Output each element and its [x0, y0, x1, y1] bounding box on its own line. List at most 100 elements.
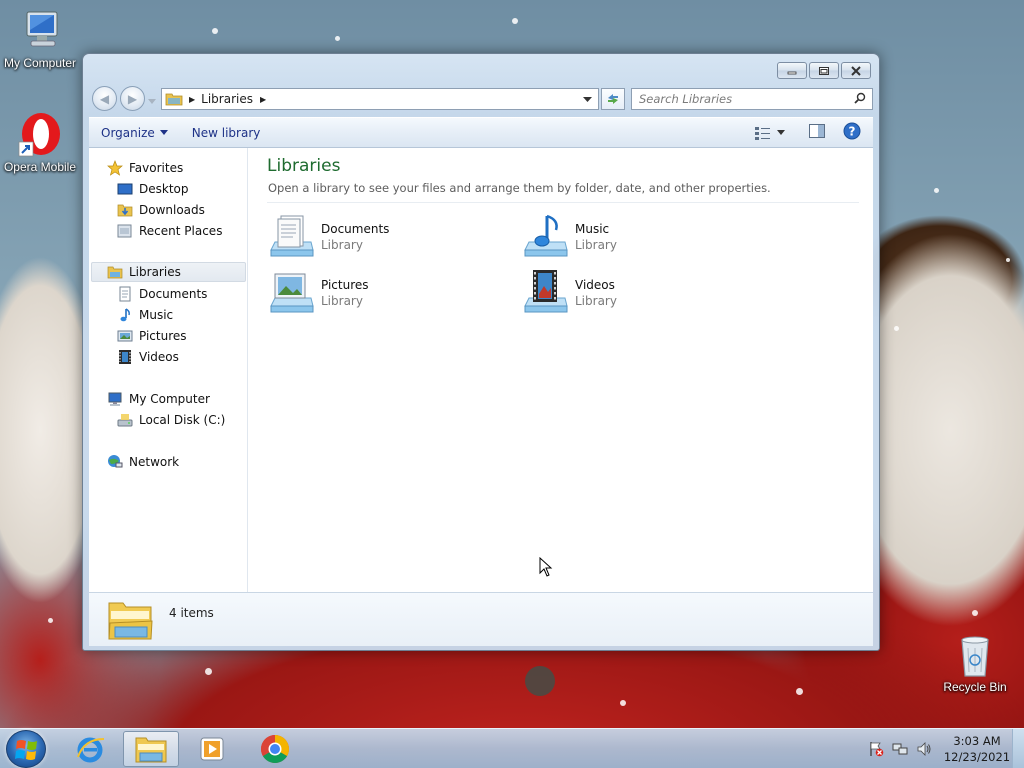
- start-button[interactable]: [6, 730, 46, 768]
- address-dropdown[interactable]: [583, 92, 592, 106]
- action-center-flag-icon[interactable]: [868, 741, 884, 757]
- taskbar: 3:03 AM 12/23/2021: [0, 728, 1024, 768]
- nav-desktop[interactable]: Desktop: [117, 179, 189, 199]
- nav-videos[interactable]: Videos: [117, 347, 179, 367]
- address-bar[interactable]: ▶ Libraries ▶: [161, 88, 599, 110]
- snowflake: [620, 700, 626, 706]
- nav-network[interactable]: Network: [107, 452, 179, 472]
- desktop-icon-label: My Computer: [3, 56, 77, 70]
- recent-places-icon: [117, 223, 133, 239]
- maximize-button[interactable]: [809, 62, 839, 79]
- nav-my-computer[interactable]: My Computer: [107, 389, 210, 409]
- close-button[interactable]: [841, 62, 871, 79]
- star-icon: [107, 160, 123, 176]
- computer-icon: [107, 391, 123, 407]
- organize-button[interactable]: Organize: [89, 118, 180, 147]
- chrome-icon: [261, 735, 289, 763]
- coat-button: [525, 666, 555, 696]
- documents-icon: [117, 286, 133, 302]
- show-desktop-button[interactable]: [1012, 729, 1024, 768]
- nav-label: Pictures: [139, 329, 187, 343]
- preview-pane-button[interactable]: [809, 124, 825, 141]
- library-type: Library: [575, 294, 617, 308]
- music-library-icon: [521, 212, 569, 260]
- snowflake: [335, 36, 340, 41]
- library-name: Documents: [321, 222, 390, 236]
- internet-explorer-icon: [77, 737, 105, 763]
- nav-libraries[interactable]: Libraries: [91, 262, 246, 282]
- refresh-icon: [608, 94, 618, 104]
- nav-label: Recent Places: [139, 224, 223, 238]
- desktop-icon-my-computer[interactable]: My Computer: [0, 8, 80, 70]
- navigation-bar: ◀ ▶ ▶ Libraries ▶: [91, 86, 873, 112]
- library-tile-music[interactable]: Music Library: [521, 212, 761, 260]
- nav-downloads[interactable]: Downloads: [117, 200, 205, 220]
- computer-icon: [17, 8, 63, 54]
- documents-library-icon: [267, 212, 315, 260]
- snowflake: [894, 326, 899, 331]
- local-disk-icon: [117, 412, 133, 428]
- back-arrow-icon: ◀: [99, 91, 110, 106]
- new-library-button[interactable]: New library: [180, 118, 273, 147]
- chevron-down-icon: [148, 99, 156, 104]
- search-box[interactable]: [631, 88, 873, 110]
- libraries-folder-icon: [107, 597, 155, 643]
- back-button[interactable]: ◀: [92, 86, 117, 111]
- nav-label: Desktop: [139, 182, 189, 196]
- desktop-icon-recycle-bin[interactable]: Recycle Bin: [935, 632, 1015, 694]
- view-controls: ?: [755, 122, 861, 143]
- view-options-icon: [755, 126, 770, 140]
- nav-label: Videos: [139, 350, 179, 364]
- command-bar: Organize New library ?: [89, 117, 873, 148]
- recent-pages-dropdown[interactable]: [148, 94, 156, 104]
- breadcrumb-libraries[interactable]: Libraries: [201, 92, 253, 106]
- panes: Favorites Desktop Downloads Recent Place…: [89, 148, 873, 592]
- search-input[interactable]: [632, 92, 854, 106]
- taskbar-internet-explorer[interactable]: [62, 731, 118, 767]
- content-subtitle: Open a library to see your files and arr…: [268, 181, 771, 195]
- refresh-button[interactable]: [601, 88, 625, 110]
- explorer-window[interactable]: ◀ ▶ ▶ Libraries ▶ Search Libraries Organ…: [82, 53, 880, 651]
- nav-label: Favorites: [129, 161, 184, 175]
- forward-button[interactable]: ▶: [120, 86, 145, 111]
- change-view-button[interactable]: [755, 126, 785, 140]
- network-status-icon[interactable]: [892, 741, 908, 757]
- chevron-down-icon: [777, 130, 785, 135]
- desktop-icon-label: Recycle Bin: [943, 680, 1007, 694]
- volume-icon[interactable]: [916, 741, 932, 757]
- search-icon[interactable]: [854, 92, 866, 107]
- taskbar-media-player[interactable]: [184, 731, 240, 767]
- desktop-icon-opera[interactable]: Opera Mobile: [0, 112, 80, 174]
- nav-documents[interactable]: Documents: [117, 284, 207, 304]
- taskbar-chrome[interactable]: [247, 731, 303, 767]
- snowflake: [48, 618, 53, 623]
- taskbar-windows-explorer[interactable]: [123, 731, 179, 767]
- nav-favorites[interactable]: Favorites: [107, 158, 183, 178]
- pictures-library-icon: [267, 268, 315, 316]
- svg-text:?: ?: [849, 125, 856, 139]
- library-tile-videos[interactable]: Videos Library: [521, 268, 761, 316]
- clock[interactable]: 3:03 AM 12/23/2021: [942, 733, 1012, 765]
- snowflake: [205, 668, 212, 675]
- minimize-button[interactable]: [777, 62, 807, 79]
- recycle-bin-icon: [952, 632, 998, 678]
- content-pane: Libraries Open a library to see your fil…: [249, 148, 873, 592]
- nav-recent-places[interactable]: Recent Places: [117, 221, 222, 241]
- nav-music[interactable]: Music: [117, 305, 173, 325]
- maximize-icon: [819, 66, 829, 75]
- videos-icon: [117, 349, 133, 365]
- media-player-icon: [200, 737, 224, 761]
- chevron-down-icon: [583, 97, 592, 102]
- music-note-icon: [117, 307, 133, 323]
- help-button[interactable]: ?: [843, 122, 861, 143]
- mouse-cursor-icon: [539, 556, 553, 580]
- library-tile-pictures[interactable]: Pictures Library: [267, 268, 507, 316]
- library-tile-documents[interactable]: Documents Library: [267, 212, 507, 260]
- opera-icon: [17, 112, 63, 158]
- content-divider: [267, 202, 859, 203]
- nav-pictures[interactable]: Pictures: [117, 326, 187, 346]
- nav-local-disk[interactable]: Local Disk (C:): [117, 410, 225, 430]
- nav-label: Local Disk (C:): [139, 413, 226, 427]
- breadcrumb-arrow-icon[interactable]: ▶: [260, 95, 266, 104]
- nav-label: Downloads: [139, 203, 205, 217]
